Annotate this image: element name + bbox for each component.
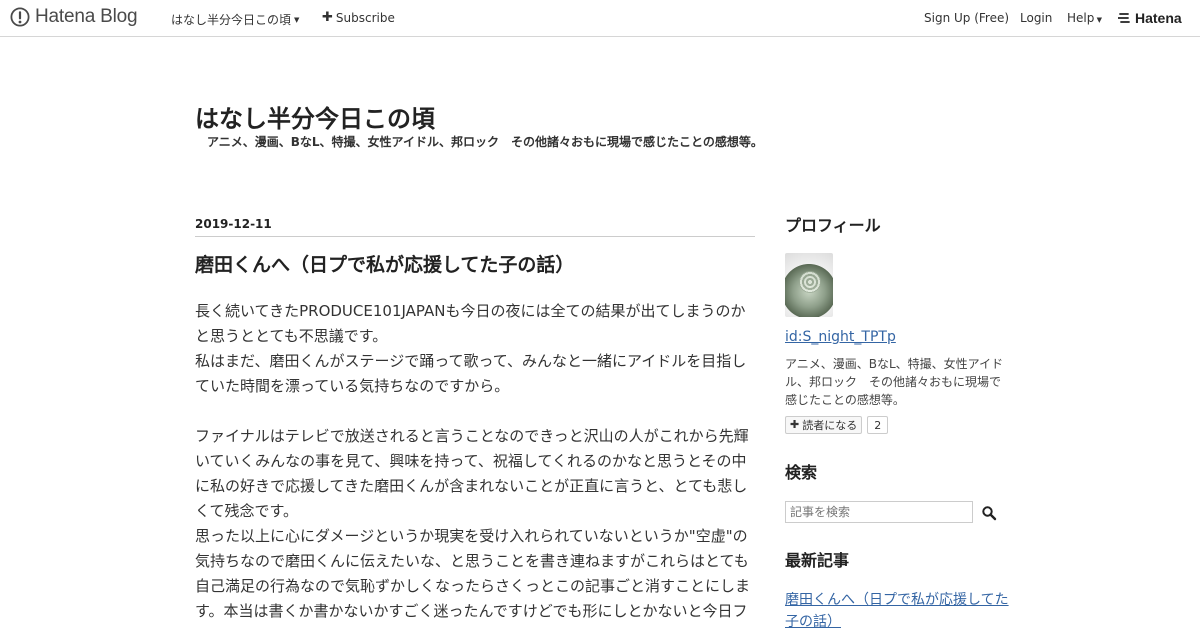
recent-article-link[interactable]: 磨田くんへ（日プで私が応援してた子の話） xyxy=(785,589,1010,633)
search-input[interactable] xyxy=(785,501,973,523)
article-body: 長く続いてきたPRODUCE101JAPANも今日の夜には全ての結果が出てしまう… xyxy=(195,299,755,624)
signup-link[interactable]: Sign Up (Free) xyxy=(924,11,1009,25)
reader-subscribe-widget: ✚ 読者になる 2 xyxy=(785,416,889,434)
hatena-brand-label: Hatena xyxy=(1135,10,1182,26)
profile-heading: プロフィール xyxy=(785,216,881,235)
profile-description: アニメ、漫画、BなL、特撮、女性アイドル、邦ロック その他諸々おもに現場で感じた… xyxy=(785,357,1004,407)
login-link[interactable]: Login xyxy=(1020,11,1052,25)
hatena-brand-icon xyxy=(1118,13,1130,23)
article-paragraph: 私はまだ、磨田くんがステージで踊って歌って、みんなと一緒にアイドルを目指していた… xyxy=(195,352,747,395)
help-menu[interactable]: Help ▼ xyxy=(1067,11,1102,26)
reader-button-label: 読者になる xyxy=(802,419,858,432)
account-nav: Sign Up (Free) Login Help ▼ Hatena xyxy=(0,10,1200,27)
hatena-brand-link[interactable]: Hatena xyxy=(1118,10,1182,26)
blog-description: アニメ、漫画、BなL、特撮、女性アイドル、邦ロック その他諸々おもに現場で感じた… xyxy=(207,135,763,149)
search-heading: 検索 xyxy=(785,463,818,482)
caret-down-icon: ▼ xyxy=(1094,16,1102,24)
article-title[interactable]: 磨田くんへ（日プで私が応援してた子の話） xyxy=(195,252,574,278)
reader-count: 2 xyxy=(867,416,889,434)
article-paragraph: 思った以上に心にダメージというか現実を受け入れられていないというか"空虚"の気持… xyxy=(195,527,751,620)
global-header: Hatena Blog はなし半分今日この頃 ▼ ✚ Subscribe Sig… xyxy=(0,0,1200,37)
recent-heading: 最新記事 xyxy=(785,551,850,570)
blog-title[interactable]: はなし半分今日この頃 xyxy=(195,104,435,134)
search-icon[interactable] xyxy=(981,505,997,521)
profile-avatar[interactable] xyxy=(785,253,833,317)
reader-button[interactable]: ✚ 読者になる xyxy=(785,416,863,434)
article-date[interactable]: 2019-12-11 xyxy=(195,217,272,231)
profile-id-link[interactable]: id:S_night_TPTp xyxy=(785,329,896,345)
date-divider xyxy=(195,236,755,237)
help-label: Help xyxy=(1067,11,1095,25)
article-paragraph: 長く続いてきたPRODUCE101JAPANも今日の夜には全ての結果が出てしまう… xyxy=(195,302,746,345)
plus-icon: ✚ xyxy=(790,418,800,431)
article-paragraph: ファイナルはテレビで放送されると言うことなのできっと沢山の人がこれから先輝いてい… xyxy=(195,427,749,520)
